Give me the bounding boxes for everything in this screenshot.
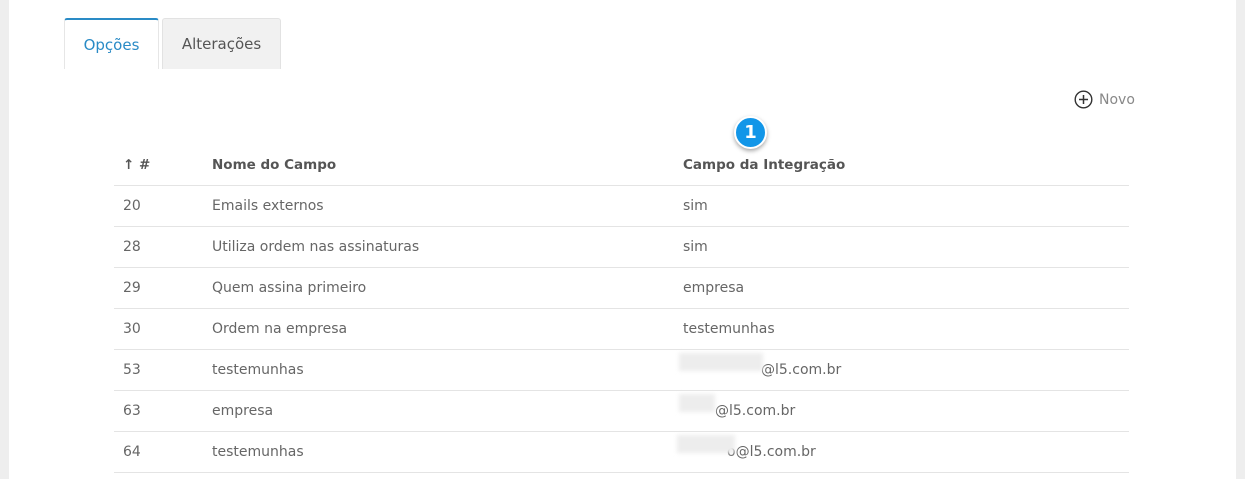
header-name[interactable]: Nome do Campo (212, 157, 683, 173)
cell-integration-wrap: o@l5.com.br (677, 435, 1129, 460)
table-row[interactable]: 28 Utiliza ordem nas assinaturas sim (114, 227, 1129, 268)
table-row[interactable]: 63 empresa @l5.com.br (114, 391, 1129, 432)
table-row[interactable]: 20 Emails externos sim (114, 186, 1129, 227)
cell-integration: @l5.com.br (761, 362, 842, 378)
tab-bar: Opções Alterações (64, 18, 281, 69)
new-button[interactable]: Novo (1074, 90, 1135, 109)
redacted-region (677, 435, 735, 453)
cell-id: 63 (123, 403, 141, 419)
table-row[interactable]: 64 testemunhas o@l5.com.br (114, 432, 1129, 473)
cell-id: 28 (123, 239, 141, 255)
cell-integration: sim (683, 239, 708, 255)
cell-integration: @l5.com.br (715, 403, 796, 419)
new-button-label: Novo (1099, 91, 1135, 108)
header-integration[interactable]: Campo da Integração (683, 157, 1129, 173)
cell-id: 30 (123, 321, 141, 337)
cell-id: 20 (123, 198, 141, 214)
cell-name: Utiliza ordem nas assinaturas (212, 239, 420, 255)
table-header: ↑ # Nome do Campo Campo da Integração (114, 145, 1129, 186)
cell-id: 64 (123, 444, 141, 460)
content-panel: Opções Alterações Novo 1 ↑ # Nome do Cam… (9, 0, 1236, 479)
cell-name: testemunhas (212, 444, 304, 460)
redacted-region (679, 394, 715, 412)
table-row[interactable]: 30 Ordem na empresa testemunhas (114, 309, 1129, 350)
step-badge-number: 1 (744, 122, 757, 143)
cell-integration: sim (683, 198, 708, 214)
cell-integration-wrap: @l5.com.br (679, 394, 1129, 419)
cell-name: Ordem na empresa (212, 321, 348, 337)
plus-circle-icon (1074, 90, 1093, 109)
cell-id: 53 (123, 362, 141, 378)
cell-name: testemunhas (212, 362, 304, 378)
table-row[interactable]: 53 testemunhas @l5.com.br (114, 350, 1129, 391)
tab-label: Opções (83, 35, 140, 54)
fields-table: ↑ # Nome do Campo Campo da Integração 20… (114, 145, 1129, 473)
tab-alteracoes[interactable]: Alterações (162, 18, 281, 69)
redacted-region (679, 353, 763, 371)
cell-id: 29 (123, 280, 141, 296)
cell-name: Quem assina primeiro (212, 280, 367, 296)
cell-name: empresa (212, 403, 274, 419)
header-id[interactable]: ↑ # (114, 157, 212, 173)
cell-integration-wrap: @l5.com.br (679, 353, 1129, 378)
tab-opcoes[interactable]: Opções (64, 18, 159, 69)
cell-integration: testemunhas (683, 321, 775, 337)
tab-label: Alterações (181, 35, 262, 53)
cell-integration: empresa (683, 280, 745, 296)
cell-integration: o@l5.com.br (727, 444, 816, 460)
cell-name: Emails externos (212, 198, 324, 214)
table-row[interactable]: 29 Quem assina primeiro empresa (114, 268, 1129, 309)
